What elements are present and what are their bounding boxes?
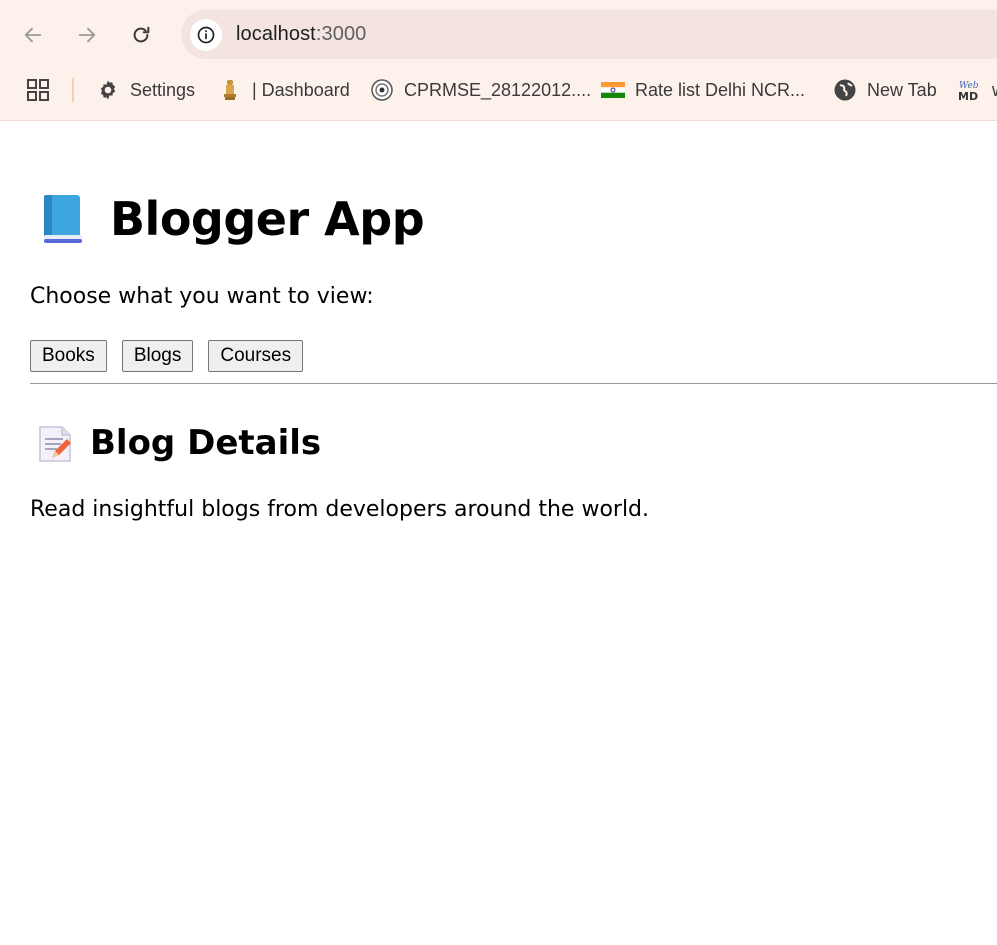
bookmark-label: New Tab (867, 79, 937, 100)
bookmark-label: Rate list Delhi NCR... (635, 79, 806, 100)
bookmark-dashboard[interactable]: | Dashboard (218, 76, 350, 104)
page-title: Blogger App (110, 192, 425, 246)
section-title: Blog Details (90, 423, 322, 463)
arrow-right-icon (78, 27, 96, 43)
section-header: Blog Details (36, 423, 321, 463)
memo-icon (39, 426, 71, 462)
site-info-button[interactable] (190, 19, 222, 51)
view-prompt: Choose what you want to view: (30, 284, 374, 309)
bookmark-webmd[interactable]: Web MD w (958, 76, 997, 104)
india-flag-icon (601, 78, 625, 102)
blue-book-icon (44, 195, 82, 243)
back-button[interactable] (15, 17, 51, 53)
bookmark-label: w (992, 80, 997, 101)
url-text[interactable]: localhost:3000 (236, 23, 366, 46)
url-host: localhost (236, 23, 316, 45)
bookmark-label: Settings (130, 79, 196, 100)
bookmark-cprmse[interactable]: CPRMSE_28122012.... (370, 76, 591, 104)
view-buttons: Books Blogs Courses (30, 340, 318, 372)
gear-icon (96, 78, 120, 102)
bookmark-label: CPRMSE_28122012.... (404, 79, 592, 100)
webmd-icon: Web MD (958, 78, 982, 102)
info-icon (197, 26, 215, 44)
bookmark-new-tab[interactable]: New Tab (833, 76, 937, 104)
forward-button[interactable] (69, 17, 105, 53)
app-header: Blogger App (38, 191, 425, 247)
reload-icon (133, 26, 150, 43)
page-content: Blogger App Choose what you want to view… (0, 121, 997, 945)
apps-grid-icon[interactable] (26, 78, 50, 102)
bookmarks-bar: Settings | Dashboard CPRMSE_28122012....… (0, 70, 997, 110)
url-port: :3000 (315, 23, 367, 45)
seal-icon (370, 78, 394, 102)
blogs-button[interactable]: Blogs (121, 340, 194, 372)
svg-text:MD: MD (958, 90, 978, 102)
books-button[interactable]: Books (30, 340, 107, 372)
address-bar[interactable]: localhost:3000 (181, 10, 997, 59)
bookmarks-separator (72, 78, 74, 102)
bookmark-label: | Dashboard (252, 79, 350, 100)
divider (30, 383, 997, 384)
browser-chrome: localhost:3000 Settings | Dashboard CPRM… (0, 0, 997, 121)
reload-button[interactable] (123, 17, 159, 53)
courses-button[interactable]: Courses (208, 340, 304, 372)
bookmark-rate-list[interactable]: Rate list Delhi NCR... (601, 76, 805, 104)
bookmark-settings[interactable]: Settings (96, 76, 195, 104)
arrow-left-icon (24, 27, 42, 43)
emblem-icon (218, 78, 242, 102)
section-description: Read insightful blogs from developers ar… (30, 497, 650, 522)
globe-icon (833, 78, 857, 102)
